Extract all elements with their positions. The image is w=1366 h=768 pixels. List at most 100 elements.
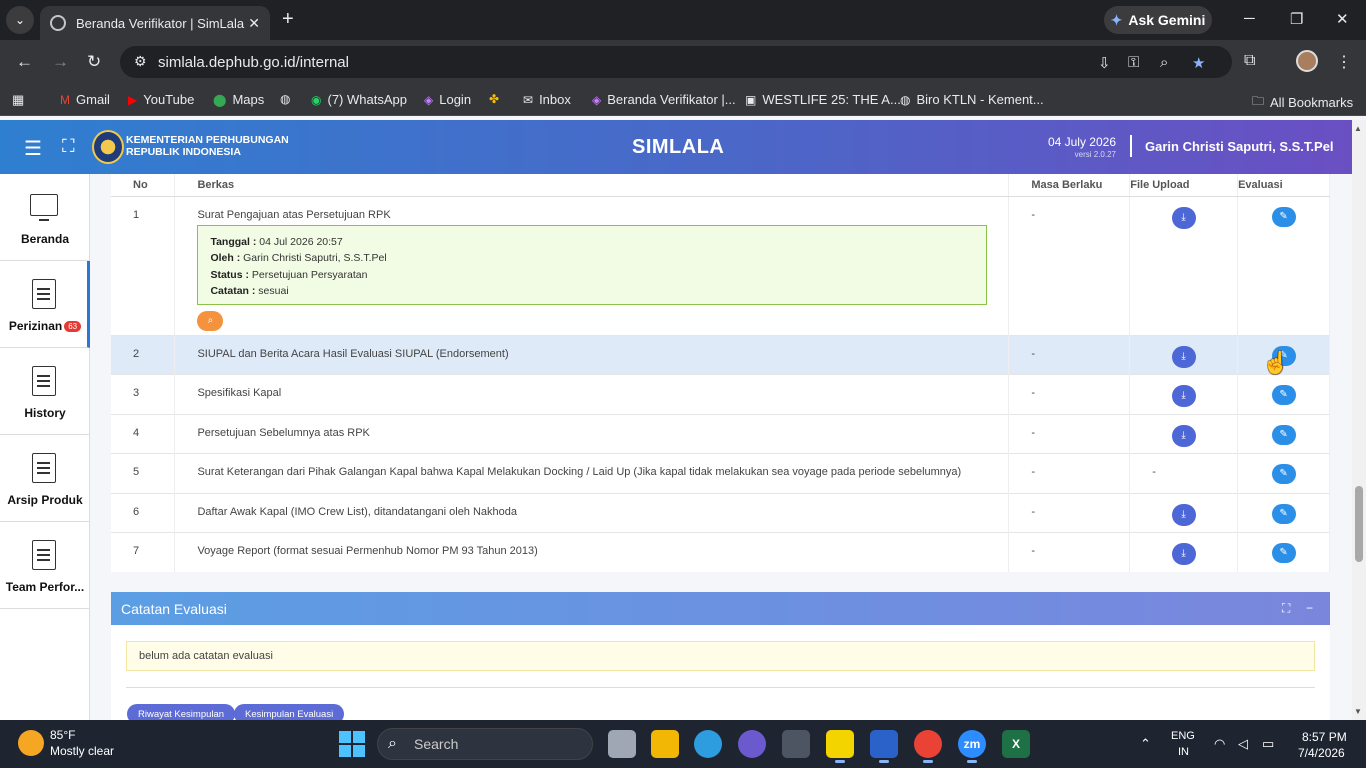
- bookmark-gmail[interactable]: M Gmail: [60, 92, 110, 107]
- download-icon[interactable]: ⤓: [1171, 503, 1196, 526]
- remote-desktop-icon[interactable]: [870, 730, 898, 763]
- download-icon[interactable]: ⤓: [1171, 384, 1196, 407]
- edit-icon[interactable]: ✎: [1271, 424, 1296, 445]
- windows-start-icon[interactable]: [339, 731, 365, 757]
- scroll-down-icon[interactable]: ▼: [1354, 707, 1362, 716]
- edit-icon[interactable]: ✎: [1271, 206, 1296, 227]
- browser-tab-active[interactable]: Beranda Verifikator | SimLala ✕: [40, 6, 270, 40]
- minimize-icon[interactable]: ─: [1244, 10, 1255, 27]
- profile-avatar[interactable]: [1296, 50, 1318, 72]
- download-icon[interactable]: ⤓: [1171, 345, 1196, 368]
- tanggal-label: Tanggal :: [210, 235, 257, 248]
- bookmark-beranda[interactable]: ◈ Beranda Verifikator |...: [592, 92, 736, 107]
- maximize-icon[interactable]: ⛶: [1282, 601, 1290, 616]
- restore-icon[interactable]: ❐: [1290, 10, 1303, 28]
- download-icon[interactable]: ⤓: [1171, 542, 1196, 565]
- tab-close-icon[interactable]: ✕: [248, 15, 260, 32]
- sidebar-item-beranda[interactable]: Beranda: [0, 174, 90, 261]
- fullscreen-icon[interactable]: ⛶: [62, 136, 75, 157]
- taskbar-search[interactable]: ⌕ Search: [377, 728, 593, 760]
- excel-icon[interactable]: X: [1002, 730, 1030, 758]
- new-tab-button[interactable]: +: [282, 8, 294, 31]
- bookmark-globe[interactable]: ◍: [280, 92, 296, 106]
- bookmark-maps[interactable]: ⬤ Maps: [213, 92, 264, 107]
- extensions-icon[interactable]: ⧉: [1244, 52, 1255, 70]
- edit-icon[interactable]: ✎: [1271, 384, 1296, 405]
- copilot-icon[interactable]: [738, 730, 766, 758]
- scroll-up-icon[interactable]: ▲: [1354, 124, 1362, 133]
- bookmark-westlife[interactable]: ▣ WESTLIFE 25: THE A...: [745, 92, 901, 107]
- row-berkas: Surat Keterangan dari Pihak Galangan Kap…: [174, 452, 1010, 493]
- table-row: 7 Voyage Report (format sesuai Permenhub…: [111, 531, 1330, 572]
- browser-tab-strip: ⌄ Beranda Verifikator | SimLala ✕ + ✦ Ask…: [0, 0, 1366, 40]
- input-language[interactable]: ENG: [1171, 730, 1195, 742]
- header-version: versi 2.0.27: [1074, 150, 1116, 159]
- password-key-icon[interactable]: ⚿: [1128, 54, 1139, 71]
- sidebar-item-team-performance[interactable]: Team Perfor...: [0, 522, 90, 609]
- edge-icon[interactable]: [694, 730, 722, 758]
- window-close-icon[interactable]: ✕: [1336, 10, 1349, 28]
- sidebar-item-arsip-produk[interactable]: Arsip Produk: [0, 435, 90, 522]
- bookmark-inbox[interactable]: ✉ Inbox: [523, 92, 571, 107]
- header-user[interactable]: Garin Christi Saputri, S.S.T.Pel: [1145, 139, 1334, 154]
- org-line1: KEMENTERIAN PERHUBUNGAN: [126, 134, 289, 146]
- url-input[interactable]: ⚙ simlala.dephub.go.id/internal ⇩ ⚿ ⌕ ★: [120, 46, 1232, 78]
- all-bookmarks[interactable]: 🗀 All Bookmarks: [1252, 92, 1353, 113]
- download-icon[interactable]: ⤓: [1171, 424, 1196, 447]
- weather-moon-icon[interactable]: [18, 730, 44, 756]
- clock-time[interactable]: 8:57 PM: [1302, 730, 1347, 744]
- file-explorer-icon[interactable]: [651, 730, 679, 758]
- sticky-notes-icon[interactable]: [826, 730, 854, 763]
- ask-gemini-button[interactable]: ✦ Ask Gemini: [1104, 6, 1212, 34]
- edit-icon[interactable]: ✎: [1271, 542, 1296, 563]
- sidebar-item-perizinan[interactable]: Perizinan 63: [0, 261, 90, 348]
- view-search-button[interactable]: ⌕: [197, 310, 224, 331]
- install-app-icon[interactable]: ⇩: [1098, 54, 1111, 72]
- row-eval: ✎: [1237, 452, 1330, 493]
- input-region[interactable]: IN: [1178, 746, 1189, 758]
- zoom-app-icon[interactable]: zm: [958, 730, 986, 763]
- bookmark-whatsapp[interactable]: ◉ (7) WhatsApp: [311, 92, 407, 107]
- tray-chevron-icon[interactable]: ⌃: [1140, 736, 1151, 752]
- download-icon[interactable]: ⤓: [1171, 206, 1196, 229]
- riwayat-kesimpulan-button[interactable]: Riwayat Kesimpulan: [127, 704, 236, 720]
- reload-icon[interactable]: ↻: [87, 52, 101, 72]
- clock-date[interactable]: 7/4/2026: [1298, 746, 1345, 760]
- kesimpulan-evaluasi-button[interactable]: Kesimpulan Evaluasi: [234, 704, 345, 720]
- row-masa: -: [1008, 373, 1131, 414]
- site-settings-icon[interactable]: ⚙: [134, 53, 147, 70]
- collapse-icon[interactable]: −: [1306, 601, 1313, 615]
- row-masa: -: [1008, 531, 1131, 572]
- table-row: 5 Surat Keterangan dari Pihak Galangan K…: [111, 452, 1330, 493]
- wifi-icon[interactable]: ◠: [1214, 736, 1225, 752]
- battery-icon[interactable]: ▭: [1262, 736, 1274, 752]
- scrollbar-thumb[interactable]: [1355, 486, 1363, 562]
- menu-hamburger-icon[interactable]: ☰: [24, 136, 42, 161]
- camera-icon[interactable]: [782, 730, 810, 758]
- tab-search-chevron-icon[interactable]: ⌄: [6, 6, 34, 34]
- apps-grid-icon[interactable]: ▦: [12, 92, 24, 108]
- edit-icon[interactable]: ✎: [1271, 503, 1296, 524]
- status-label: Status :: [210, 268, 249, 281]
- bookmark-login[interactable]: ◈ Login: [424, 92, 471, 107]
- oleh-label: Oleh :: [210, 252, 241, 264]
- detail-tanggal: Tanggal : 04 Jul 2026 20:57: [210, 234, 974, 251]
- row-eval: ✎: [1237, 373, 1330, 414]
- forward-icon[interactable]: →: [52, 52, 69, 72]
- chrome-icon[interactable]: [914, 730, 942, 763]
- sidebar-label: Arsip Produk: [7, 493, 83, 507]
- bookmark-biro[interactable]: ◍ Biro KTLN - Kement...: [900, 92, 1044, 107]
- sidebar-item-history[interactable]: History: [0, 348, 90, 435]
- chrome-menu-icon[interactable]: ⋮: [1336, 52, 1352, 72]
- weather-desc: Mostly clear: [50, 744, 115, 758]
- task-view-icon[interactable]: [608, 730, 636, 758]
- page-scrollbar[interactable]: [1352, 120, 1366, 720]
- bookmark-youtube[interactable]: ▶ YouTube: [128, 92, 194, 107]
- zoom-icon[interactable]: ⌕: [1160, 54, 1168, 71]
- back-icon[interactable]: ←: [16, 52, 33, 72]
- whatsapp-icon: ◉: [311, 92, 322, 107]
- bookmark-star-icon[interactable]: ★: [1192, 54, 1205, 72]
- edit-icon[interactable]: ✎: [1271, 463, 1296, 484]
- bookmark-pinwheel[interactable]: ✤: [489, 92, 505, 106]
- volume-icon[interactable]: ◁: [1238, 736, 1248, 752]
